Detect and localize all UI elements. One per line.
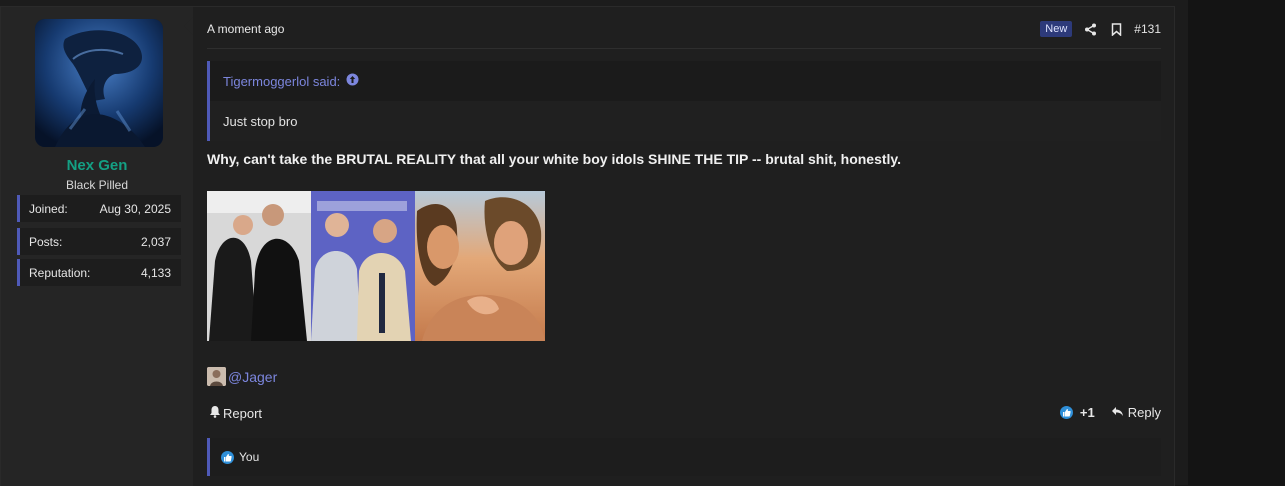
stat-label: Joined: — [29, 201, 68, 216]
new-badge: New — [1040, 21, 1073, 37]
stat-reputation: Reputation: 4,133 — [17, 259, 181, 286]
post-date[interactable]: A moment ago — [207, 22, 284, 36]
report-label: Report — [223, 405, 263, 421]
right-gutter — [1188, 0, 1285, 485]
like-count-button[interactable]: +1 — [1059, 405, 1095, 420]
post-container: Nex Gen Black Pilled Joined: Aug 30, 202… — [0, 6, 1175, 486]
user-cell-arrow — [184, 17, 193, 35]
attached-image-collage[interactable] — [207, 191, 545, 341]
avatar[interactable] — [35, 19, 163, 147]
mention[interactable]: @Jager — [207, 367, 277, 386]
divider — [207, 48, 1161, 49]
reply-label: Reply — [1127, 405, 1161, 420]
stat-joined: Joined: Aug 30, 2025 — [17, 195, 181, 222]
reactions-summary[interactable]: You — [239, 450, 259, 464]
post-number[interactable]: #131 — [1134, 22, 1161, 36]
mention-link[interactable]: @Jager — [228, 369, 277, 385]
quote-header[interactable]: Tigermoggerlol said: — [210, 61, 1161, 101]
quote-author[interactable]: Tigermoggerlol said: — [223, 74, 340, 89]
post-meta-actions: New #131 — [1040, 19, 1161, 39]
stat-label: Posts: — [29, 234, 63, 249]
avatar[interactable] — [207, 367, 226, 386]
user-cell: Nex Gen Black Pilled Joined: Aug 30, 202… — [1, 7, 193, 486]
quote-body: Just stop bro — [210, 101, 1161, 141]
arrow-up-circle-icon[interactable] — [346, 73, 359, 89]
page: Nex Gen Black Pilled Joined: Aug 30, 202… — [0, 0, 1188, 486]
post-message: Why, can't take the BRUTAL REALITY that … — [207, 151, 902, 167]
like-reply-group: +1 Reply — [1059, 405, 1161, 420]
username[interactable]: Nex Gen — [1, 157, 193, 174]
stat-value: Aug 30, 2025 — [99, 201, 171, 216]
stat-value[interactable]: 2,037 — [141, 235, 171, 249]
bookmark-icon[interactable] — [1108, 21, 1124, 37]
thumbs-up-icon — [221, 450, 234, 464]
stat-label: Reputation: — [29, 265, 91, 280]
bell-icon — [209, 405, 221, 421]
share-icon[interactable] — [1082, 21, 1098, 37]
stat-posts: Posts: 2,037 — [17, 228, 181, 255]
stat-value: 4,133 — [140, 265, 171, 280]
reactions-bar[interactable]: You — [207, 438, 1161, 476]
user-title: Black Pilled — [65, 178, 129, 192]
reply-button[interactable]: Reply — [1111, 405, 1161, 420]
reply-arrow-icon — [1111, 405, 1124, 420]
quote-block: Tigermoggerlol said: Just stop bro — [207, 61, 1161, 141]
thumbs-up-icon — [1059, 406, 1073, 419]
like-count: +1 — [1079, 405, 1095, 420]
post-actions: Report +1 Reply — [207, 405, 1161, 423]
report-button[interactable]: Report — [209, 405, 262, 421]
